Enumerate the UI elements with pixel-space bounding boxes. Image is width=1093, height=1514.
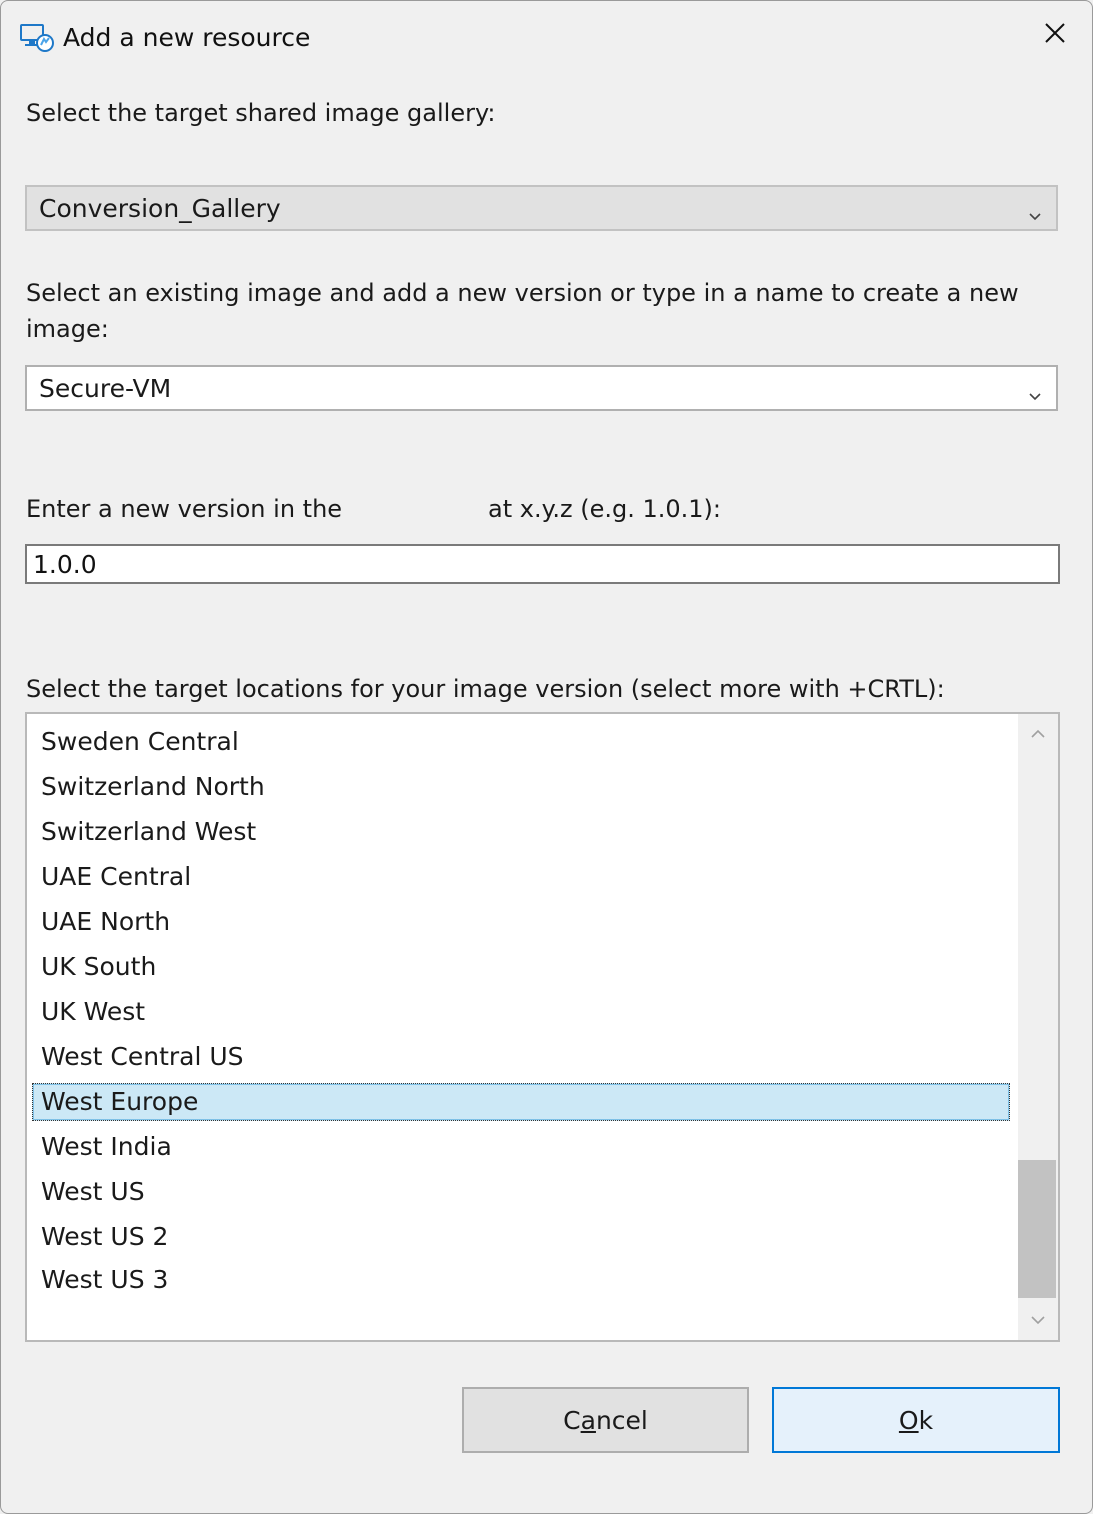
title-bar: Add a new resource (1, 1, 1092, 73)
list-item-selected[interactable]: West Europe (32, 1083, 1010, 1121)
listbox-scrollbar[interactable] (1018, 714, 1058, 1340)
gallery-dropdown[interactable]: Conversion_Gallery (25, 185, 1058, 231)
version-input-box[interactable] (25, 544, 1060, 584)
window-title: Add a new resource (63, 23, 311, 52)
list-item[interactable]: West US (41, 1175, 145, 1209)
image-label: Select an existing image and add a new v… (26, 279, 1019, 343)
list-item[interactable]: West India (41, 1130, 172, 1164)
locations-listbox[interactable]: Sweden Central Switzerland North Switzerla… (25, 712, 1060, 1342)
azure-vm-icon (20, 23, 56, 53)
list-item[interactable]: UK West (41, 995, 145, 1029)
list-item[interactable]: Switzerland North (41, 770, 265, 804)
cancel-label-prefix: C (563, 1405, 581, 1435)
chevron-down-icon (1030, 1311, 1046, 1330)
chevron-up-icon (1030, 725, 1046, 744)
gallery-dropdown-value: Conversion_Gallery (39, 194, 281, 223)
scroll-down-button[interactable] (1018, 1300, 1058, 1340)
cancel-label-suffix: ncel (595, 1405, 648, 1435)
image-combobox-value: Secure-VM (39, 374, 172, 403)
gallery-label: Select the target shared image gallery: (26, 99, 496, 127)
cancel-button[interactable]: Ca ncel (462, 1387, 749, 1453)
ok-button[interactable]: Ok (772, 1387, 1060, 1453)
version-label-start: Enter a new version in the (26, 495, 343, 523)
ok-label-suffix: k (918, 1405, 934, 1435)
locations-label: Select the target locations for your ima… (26, 675, 945, 703)
list-item[interactable]: UAE Central (41, 860, 191, 894)
image-combobox[interactable]: Secure-VM (25, 365, 1058, 411)
chevron-down-icon[interactable] (1028, 381, 1042, 401)
list-item[interactable]: West Central US (41, 1040, 244, 1074)
dialog-window: Add a new resource Select the target sha… (0, 0, 1093, 1514)
list-item[interactable]: West US 2 (41, 1220, 168, 1254)
list-item[interactable]: Sweden Central (41, 725, 239, 759)
scroll-thumb[interactable] (1018, 1160, 1056, 1298)
list-item[interactable]: West US 3 (41, 1263, 168, 1297)
scroll-up-button[interactable] (1018, 714, 1058, 754)
list-item[interactable]: Switzerland West (41, 815, 256, 849)
cancel-label-mnemonic: a (580, 1405, 596, 1435)
version-label-end: at x.y.z (e.g. 1.0.1): (488, 495, 721, 523)
chevron-down-icon (1028, 201, 1042, 221)
list-item[interactable]: UAE North (41, 905, 170, 939)
ok-label-mnemonic: O (898, 1405, 919, 1435)
close-icon (1044, 22, 1066, 48)
close-button[interactable] (1025, 9, 1085, 61)
list-item[interactable]: UK South (41, 950, 156, 984)
version-input[interactable] (33, 548, 1043, 580)
